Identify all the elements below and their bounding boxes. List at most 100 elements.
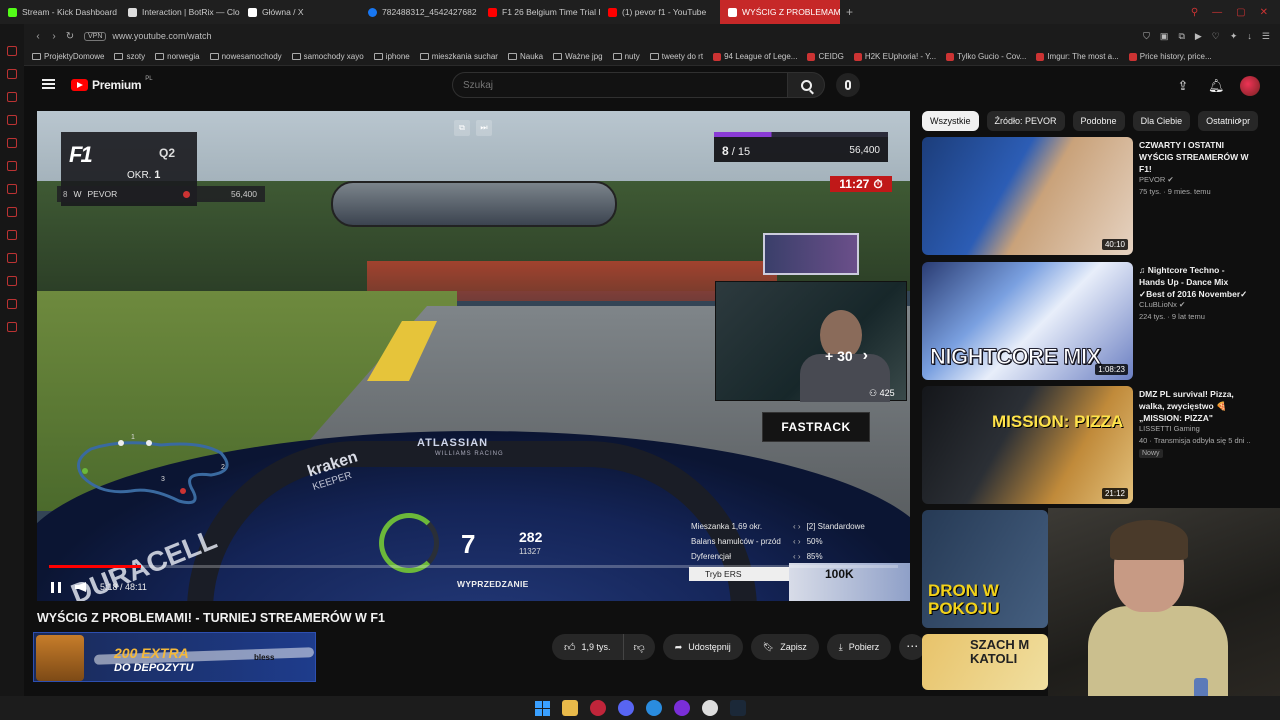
chip-all[interactable]: Wszystkie [922, 111, 979, 131]
bookmark-item[interactable]: mieszkania suchar [419, 52, 498, 61]
recommendation-item[interactable]: DRON W POKOJU [922, 510, 1048, 628]
bookmark-item[interactable]: nowesamochody [209, 52, 282, 61]
settings-icon[interactable] [7, 322, 17, 332]
chevron-right-icon[interactable]: › [1238, 113, 1242, 127]
settings-icon[interactable] [701, 700, 718, 716]
video-thumbnail[interactable]: 40:10 [922, 137, 1133, 255]
video-thumbnail[interactable]: NIGHTCORE MIX 1:08:23 [922, 262, 1133, 380]
discord-icon[interactable] [7, 161, 17, 171]
save-button[interactable]: 🔖︎ Zapisz [750, 634, 819, 660]
recommendation-title[interactable]: ♫ Nightcore Techno - Hands Up - Dance Mi… [1139, 264, 1251, 300]
channel-name[interactable]: CLuBLioNx ✔ [1139, 300, 1185, 309]
miniplayer-icon[interactable]: ⧉ [454, 120, 470, 136]
pip-icon[interactable]: ⧉ [1178, 31, 1184, 42]
voice-search-button[interactable] [836, 73, 860, 97]
bookmark-icon[interactable]: ♡ [1212, 31, 1220, 42]
video-thumbnail[interactable]: MISSION: PIZZA 21:12 [922, 386, 1133, 504]
youtube-logo[interactable]: Premium PL [71, 76, 153, 92]
forward-icon[interactable]: › [46, 31, 62, 42]
channel-name[interactable]: PEVOR ✔ [1139, 175, 1174, 184]
bell-icon[interactable]: 🔔︎ [1208, 79, 1225, 93]
bookmark-item[interactable]: CEIDG [807, 52, 844, 61]
snapshot-icon[interactable]: ▣ [1160, 31, 1169, 42]
search-button[interactable] [787, 72, 825, 98]
menu-icon[interactable]: ☰ [1262, 31, 1270, 42]
browser-tab-active[interactable]: WYŚCIG Z PROBLEMAMI [720, 0, 840, 24]
skip-icon[interactable]: ⏭ [476, 120, 492, 136]
messenger-icon[interactable] [645, 700, 662, 716]
vpn-badge[interactable]: VPN [84, 31, 107, 41]
browser-tab[interactable]: (1) pevor f1 - YouTube [600, 0, 720, 24]
extensions-icon[interactable]: ✦ [1230, 31, 1238, 42]
dislike-button[interactable]: 👎︎ [623, 634, 655, 660]
download-button[interactable]: ⤓ Pobierz [826, 634, 892, 660]
bookmark-item[interactable]: norwegia [155, 52, 200, 61]
bookmark-item[interactable]: tweety do rt [649, 52, 703, 61]
pause-icon[interactable] [51, 581, 61, 593]
gx-control-icon[interactable] [7, 69, 17, 79]
steam-icon[interactable] [729, 700, 746, 716]
progress-bar[interactable] [49, 565, 898, 568]
avatar[interactable] [1240, 76, 1260, 96]
player-icon[interactable]: ▶ [1195, 31, 1202, 42]
minimize-icon[interactable]: — [1212, 7, 1222, 18]
chip-related[interactable]: Podobne [1072, 111, 1125, 131]
extensions-icon[interactable] [7, 299, 17, 309]
recommendation-item[interactable]: SZACH M KATOLI [922, 634, 1048, 690]
history-icon[interactable] [7, 253, 17, 263]
bookmark-item[interactable]: szoty [114, 52, 145, 61]
cleaner-icon[interactable] [7, 115, 17, 125]
browser-tab[interactable]: Główna / X [240, 0, 360, 24]
chip-source[interactable]: Źródło: PEVOR [986, 111, 1065, 131]
bookmark-item[interactable]: H2K EUphoria! - Y... [853, 52, 936, 61]
tracker-icon[interactable]: ⛉ [1143, 31, 1150, 42]
share-button[interactable]: ➦ Udostępnij [662, 634, 743, 660]
file-explorer-icon[interactable] [561, 700, 578, 716]
recommendation-title[interactable]: DMZ PL survival! Pizza, walka, zwycięstw… [1139, 388, 1251, 424]
messenger-icon[interactable] [7, 138, 17, 148]
channel-name[interactable]: LISSETTI Gaming [1139, 424, 1200, 433]
url-field[interactable]: www.youtube.com/watch [112, 31, 211, 41]
bookmark-item[interactable]: Price history, price... [1128, 52, 1212, 61]
seek-forward[interactable]: + 30 › [825, 347, 868, 365]
upload-icon[interactable]: ⇪ [1176, 79, 1190, 93]
search-tabs-icon[interactable]: ⚲ [1191, 7, 1198, 18]
back-icon[interactable]: ‹ [30, 31, 46, 42]
bookmark-item[interactable]: nuty [612, 52, 640, 61]
bookmark-item[interactable]: 94 League of Lege... [713, 52, 797, 61]
bookmark-item[interactable]: ProjektyDomowe [32, 52, 104, 61]
recommendation-item[interactable]: MISSION: PIZZA 21:12 DMZ PL survival! Pi… [922, 386, 1252, 504]
browser-tab[interactable]: Interaction | BotRix — Clou [120, 0, 240, 24]
reload-icon[interactable]: ↻ [62, 31, 78, 42]
new-tab-button[interactable]: + [840, 5, 859, 19]
bookmark-item[interactable]: Ważne jpg [553, 52, 603, 61]
browser-tab[interactable]: F1 26 Belgium Time Trial H [480, 0, 600, 24]
twitch-icon[interactable] [7, 184, 17, 194]
chip-recent[interactable]: Ostatnio pr [1198, 111, 1259, 131]
wallet-icon[interactable] [7, 92, 17, 102]
bookmark-item[interactable]: Tylko Gucio - Cov... [946, 52, 1026, 61]
close-icon[interactable]: ✕ [1260, 7, 1268, 18]
video-thumbnail[interactable]: DRON W POKOJU [922, 510, 1048, 628]
maximize-icon[interactable]: ▢ [1236, 7, 1245, 18]
search-input[interactable] [463, 79, 763, 91]
video-player[interactable]: ATLASSIAN WILLIAMS RACING kraken KEEPER … [37, 111, 910, 601]
bookmark-item[interactable]: samochody xayo [291, 52, 364, 61]
chip-for-you[interactable]: Dla Ciebie [1132, 111, 1191, 131]
bookmark-item[interactable]: iphone [373, 52, 410, 61]
video-thumbnail[interactable]: SZACH M KATOLI [922, 634, 1048, 690]
recommendation-item[interactable]: NIGHTCORE MIX 1:08:23 ♫ Nightcore Techno… [922, 262, 1252, 380]
windows-start-icon[interactable] [534, 700, 550, 716]
x-icon[interactable] [7, 230, 17, 240]
browser-tab[interactable]: Stream - Kick Dashboard [0, 0, 120, 24]
recommendation-item[interactable]: 40:10 CZWARTY I OSTATNI WYŚCIG STREAMERÓ… [922, 137, 1252, 255]
downloads-icon[interactable] [7, 276, 17, 286]
bookmark-item[interactable]: Nauka [507, 52, 543, 61]
promo-banner[interactable]: 200 EXTRA DO DEPOZYTU bless [33, 632, 316, 682]
bookmark-item[interactable]: Imgur: The most a... [1036, 52, 1119, 61]
instagram-icon[interactable] [7, 207, 17, 217]
discord-icon[interactable] [617, 700, 634, 716]
like-button[interactable]: 👍︎ 1,9 tys. [552, 634, 624, 660]
opera-gx-icon[interactable] [589, 700, 606, 716]
home-icon[interactable] [7, 46, 17, 56]
